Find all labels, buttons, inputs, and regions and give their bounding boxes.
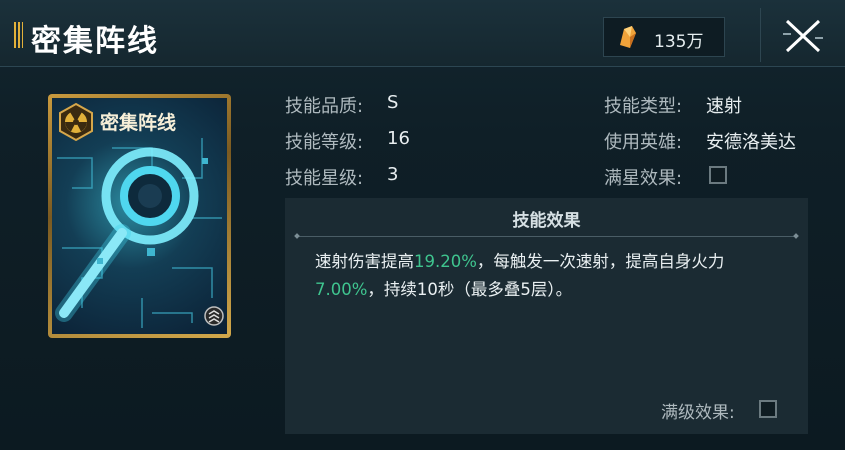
effect-highlight-1: 19.20% — [414, 252, 477, 271]
effect-divider — [295, 236, 798, 237]
hero-value: 安德洛美达 — [706, 132, 796, 153]
level-label: 技能等级: — [285, 132, 364, 153]
page-title: 密集阵线 — [31, 24, 159, 59]
effect-text-2: ，每触发一次速射，提高自身火力 — [476, 252, 725, 271]
close-icon — [783, 19, 823, 53]
quality-label: 技能品质: — [285, 96, 364, 117]
radiation-emblem-icon — [59, 102, 93, 142]
maxlevel-checkbox[interactable] — [759, 400, 777, 418]
currency-amount: 135万 — [654, 32, 704, 52]
card-skill-name: 密集阵线 — [100, 112, 177, 134]
hero-label: 使用英雄: — [604, 132, 683, 153]
skill-detail-panel: 密集阵线 135万 密集阵线 技能品质: S 技能等级: 16 技能星级: 3 … — [0, 0, 845, 450]
maxstar-checkbox[interactable] — [709, 166, 727, 184]
close-button[interactable] — [760, 8, 843, 62]
crystal-icon — [620, 26, 636, 48]
type-label: 技能类型: — [604, 96, 683, 117]
rank-chevron-icon — [204, 306, 224, 326]
currency-display[interactable]: 135万 — [603, 17, 725, 57]
effect-title: 技能效果 — [512, 211, 581, 231]
star-label: 技能星级: — [285, 168, 364, 189]
effect-text-3: ，持续10秒（最多叠5层）。 — [367, 280, 573, 299]
skill-effect-box: 技能效果 速射伤害提高19.20%，每触发一次速射，提高自身火力 7.00%，持续… — [285, 198, 808, 434]
effect-text-1: 速射伤害提高 — [315, 252, 414, 271]
title-accent-bar — [14, 22, 23, 48]
quality-value: S — [387, 92, 399, 113]
star-value: 3 — [387, 164, 399, 185]
level-value: 16 — [387, 128, 410, 149]
skill-card[interactable]: 密集阵线 — [48, 94, 231, 338]
maxlevel-label: 满级效果: — [661, 403, 735, 423]
effect-highlight-2: 7.00% — [315, 280, 368, 299]
skill-card-art: 密集阵线 — [52, 98, 227, 334]
type-value: 速射 — [706, 96, 742, 117]
maxstar-label: 满星效果: — [604, 168, 683, 189]
effect-description: 速射伤害提高19.20%，每触发一次速射，提高自身火力 7.00%，持续10秒（最… — [315, 248, 785, 304]
header-bar: 密集阵线 135万 — [0, 0, 845, 67]
